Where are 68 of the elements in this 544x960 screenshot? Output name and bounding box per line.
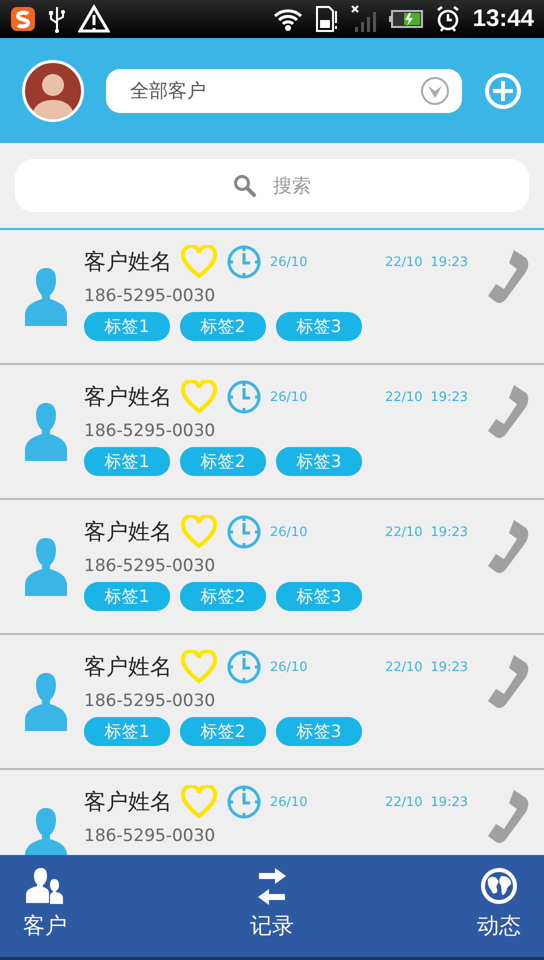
contact-date: 22/10 <box>385 524 423 540</box>
nav-tab[interactable]: 动态 <box>469 855 529 957</box>
people-icon <box>25 867 65 905</box>
contact-date: 22/10 <box>385 254 423 270</box>
tag[interactable]: 标签2 <box>180 312 266 341</box>
contact-date: 22/10 <box>385 660 423 674</box>
phone-number: 186-5295-0030 <box>84 826 216 846</box>
tag[interactable]: 标签1 <box>84 717 170 746</box>
contact-time: 19:23 <box>430 390 468 404</box>
swap-arrows-icon <box>257 867 287 905</box>
nav-tab[interactable]: 记录 <box>242 855 302 957</box>
clock-icon <box>226 649 262 685</box>
tag[interactable]: 标签3 <box>276 717 362 746</box>
tag[interactable]: 标签2 <box>180 447 266 476</box>
tag[interactable]: 标签2 <box>180 582 266 611</box>
tag[interactable]: 标签1 <box>84 582 170 611</box>
follow-up-date: 26/10 <box>270 390 308 404</box>
customer-row[interactable]: 客户姓名 26/10 22/10 19:23 186-5295-0030 标签1 标签2 标签3 <box>0 365 544 500</box>
clock-time: 13:44 <box>472 5 534 33</box>
tag[interactable]: 标签3 <box>276 582 362 611</box>
contact-time: 19:23 <box>430 660 468 674</box>
sd-card-icon <box>314 5 339 33</box>
customer-name: 客户姓名 <box>84 384 172 412</box>
clock-icon <box>226 514 262 550</box>
signal-icon <box>350 5 377 33</box>
nav-tab[interactable]: 客户 <box>15 855 75 957</box>
follow-up-date: 26/10 <box>270 524 308 540</box>
customer-row[interactable]: 客户姓名 26/10 22/10 19:23 186-5295-0030 标签1 标签2 标签3 <box>0 635 544 770</box>
clock-icon <box>226 379 262 415</box>
contact-time: 19:23 <box>430 794 468 810</box>
tag[interactable]: 标签1 <box>84 447 170 476</box>
clock-icon <box>226 784 262 820</box>
follow-up-date: 26/10 <box>270 660 308 674</box>
person-icon <box>24 401 68 463</box>
battery-charging-icon <box>388 10 423 28</box>
alarm-clock-icon <box>434 5 461 33</box>
dropdown-icon <box>420 76 450 106</box>
app-logo-icon <box>10 6 36 32</box>
tag[interactable]: 标签2 <box>180 717 266 746</box>
phone-number: 186-5295-0030 <box>84 556 216 576</box>
customer-name: 客户姓名 <box>84 654 172 682</box>
contact-date: 22/10 <box>385 794 423 810</box>
tag[interactable]: 标签3 <box>276 447 362 476</box>
customer-filter-dropdown[interactable]: 全部客户 <box>106 68 462 112</box>
person-icon <box>24 266 68 328</box>
customer-name: 客户姓名 <box>84 249 172 277</box>
customer-name: 客户姓名 <box>84 519 172 547</box>
tag[interactable]: 标签1 <box>84 312 170 341</box>
usb-icon <box>48 5 66 33</box>
customer-name: 客户姓名 <box>84 789 172 817</box>
contact-date: 22/10 <box>385 390 423 404</box>
contact-time: 19:23 <box>430 254 468 270</box>
contact-time: 19:23 <box>430 524 468 540</box>
phone-number: 186-5295-0030 <box>84 691 216 711</box>
customer-row[interactable]: 客户姓名 26/10 22/10 19:23 186-5295-0030 标签1 标签2 标签3 <box>0 500 544 635</box>
person-icon <box>24 671 68 733</box>
follow-up-date: 26/10 <box>270 794 308 810</box>
person-icon <box>24 536 68 598</box>
wifi-icon <box>272 7 303 31</box>
clock-icon <box>226 244 262 280</box>
phone-number: 186-5295-0030 <box>84 421 216 441</box>
search-field[interactable]: 搜索 <box>15 159 529 212</box>
follow-up-date: 26/10 <box>270 254 308 270</box>
tag[interactable]: 标签3 <box>276 312 362 341</box>
customer-row[interactable]: 客户姓名 26/10 22/10 19:23 186-5295-0030 标签1 标签2 标签3 <box>0 230 544 365</box>
add-icon[interactable] <box>484 72 522 110</box>
warning-icon <box>78 4 110 34</box>
phone-number: 186-5295-0030 <box>84 286 216 306</box>
